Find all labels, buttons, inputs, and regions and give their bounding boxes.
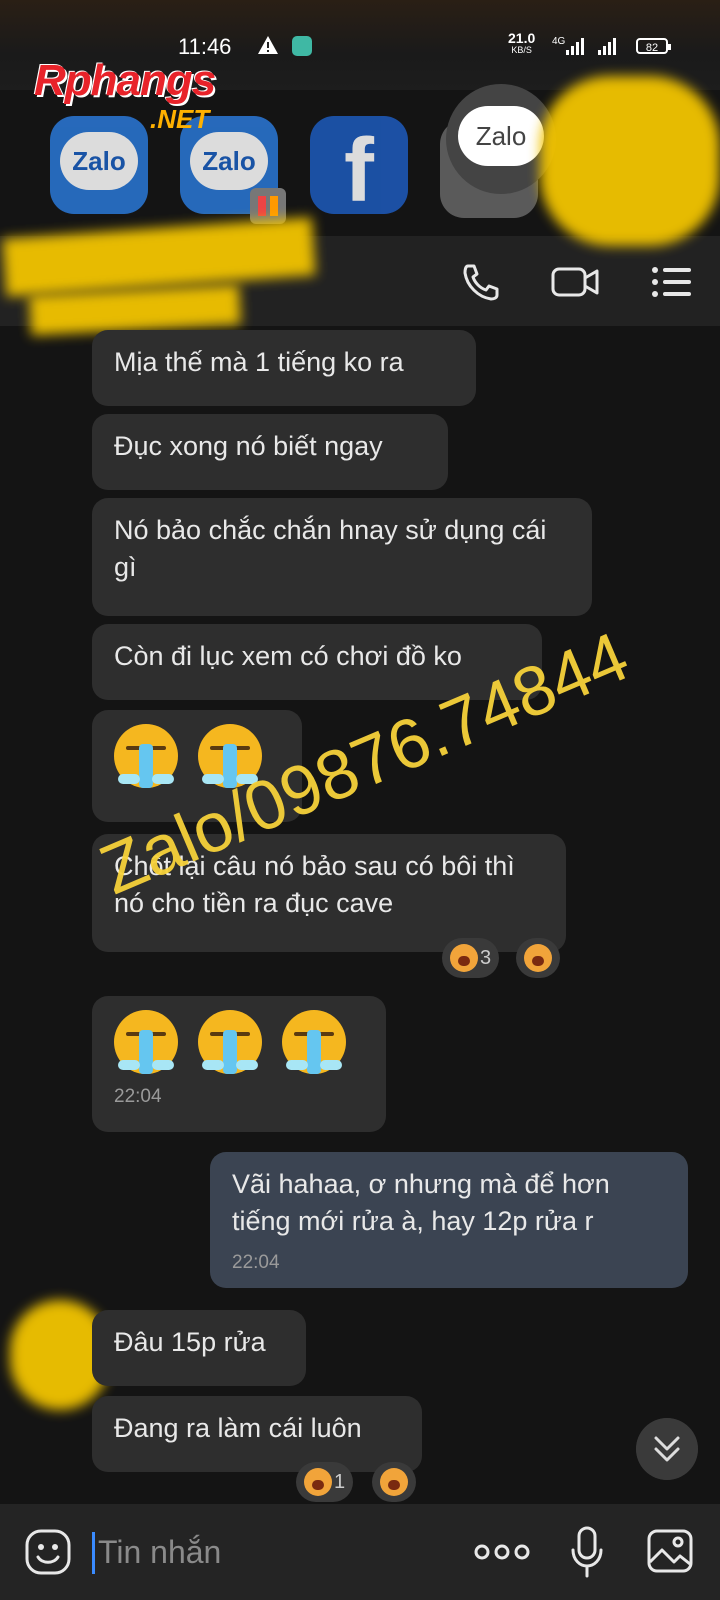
facebook-chat-head[interactable]: f xyxy=(310,116,408,216)
laughing-emoji-icon xyxy=(380,1468,408,1496)
menu-icon[interactable] xyxy=(650,262,694,302)
text-cursor xyxy=(92,1532,95,1574)
phone-icon[interactable] xyxy=(458,262,502,302)
message-text: Đang ra làm cái luôn xyxy=(114,1413,362,1443)
scroll-down-button[interactable] xyxy=(636,1418,698,1480)
message-bubble[interactable]: Đục xong nó biết ngay xyxy=(92,414,448,490)
reaction-count: 3 xyxy=(480,946,492,969)
message-text: Mịa thế mà 1 tiếng ko ra xyxy=(114,347,404,377)
network-type: 4G xyxy=(552,36,566,47)
message-text: Đục xong nó biết ngay xyxy=(114,431,383,461)
video-call-icon[interactable] xyxy=(550,262,600,302)
reaction-button[interactable] xyxy=(372,1462,416,1502)
microphone-icon[interactable] xyxy=(570,1526,604,1578)
redaction-mark xyxy=(540,76,720,246)
message-text: Nó bảo chắc chắn hnay sử dụng cái gì xyxy=(114,515,547,582)
crying-emoji-icon xyxy=(114,724,178,788)
crying-emoji-icon xyxy=(198,1010,262,1074)
signal-icon xyxy=(598,38,616,55)
sticker-icon[interactable] xyxy=(24,1528,72,1576)
message-text: Đâu 15p rửa xyxy=(114,1327,266,1357)
message-time: 22:04 xyxy=(114,1086,162,1107)
message-time: 22:04 xyxy=(232,1252,280,1273)
warning-icon xyxy=(258,36,278,54)
message-bubble[interactable]: Nó bảo chắc chắn hnay sử dụng cái gì xyxy=(92,498,592,616)
gallery-icon[interactable] xyxy=(646,1528,694,1574)
site-logo: Rphangs xyxy=(34,56,216,105)
reaction-count: 1 xyxy=(334,1470,346,1493)
zalo-chat-head[interactable]: Zalo xyxy=(50,116,148,214)
laughing-emoji-icon xyxy=(524,944,552,972)
crying-emoji-icon xyxy=(282,1010,346,1074)
message-text: Vãi hahaa, ơ nhưng mà để hơn tiếng mới r… xyxy=(232,1169,610,1236)
site-logo-suffix: .NET xyxy=(150,104,210,134)
reaction-summary[interactable]: 3 xyxy=(442,938,500,978)
message-text: Còn đi lục xem có chơi đồ ko xyxy=(114,641,462,671)
message-bubble[interactable]: Mịa thế mà 1 tiếng ko ra xyxy=(92,330,476,406)
outgoing-message-bubble[interactable]: Vãi hahaa, ơ nhưng mà để hơn tiếng mới r… xyxy=(210,1152,688,1288)
laughing-emoji-icon xyxy=(304,1468,332,1496)
network-speed: 21.0 KB/S xyxy=(508,30,536,55)
reaction-button[interactable] xyxy=(516,938,560,978)
crying-emoji-icon xyxy=(114,1010,178,1074)
message-bubble[interactable]: Đâu 15p rửa xyxy=(92,1310,306,1386)
signal-icon xyxy=(566,38,584,55)
reaction-summary[interactable]: 1 xyxy=(296,1462,354,1502)
message-input[interactable]: Tin nhắn xyxy=(98,1534,221,1571)
emoji-message[interactable]: 22:04 xyxy=(92,996,386,1132)
battery-icon: 82 xyxy=(636,38,671,54)
laughing-emoji-icon xyxy=(450,944,478,972)
notification-app-icon xyxy=(292,36,312,56)
message-bubble[interactable]: Đang ra làm cái luôn xyxy=(92,1396,422,1472)
more-options-icon[interactable] xyxy=(474,1542,530,1562)
